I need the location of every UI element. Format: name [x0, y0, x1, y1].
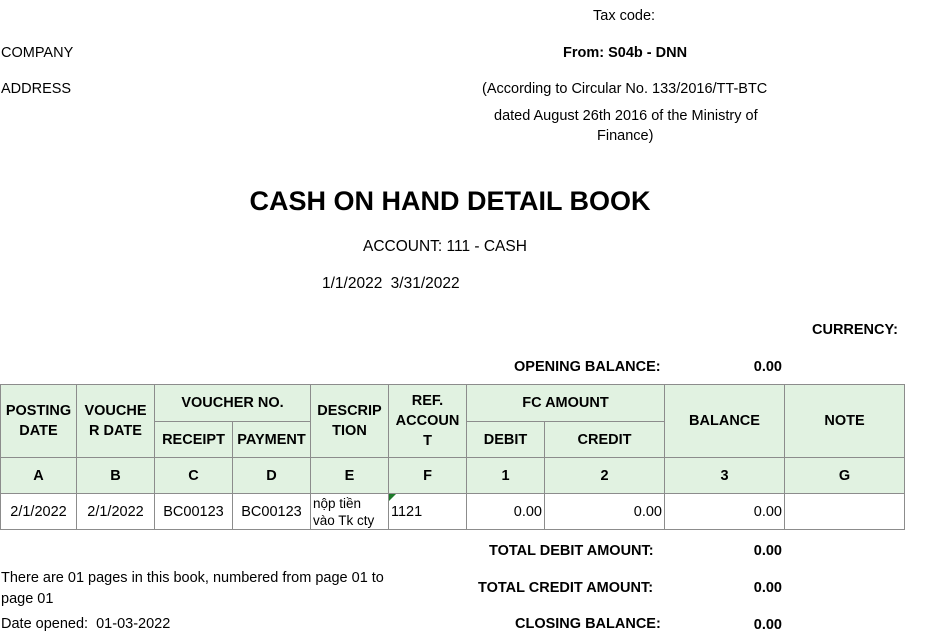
total-debit-value: 0.00	[753, 543, 782, 559]
col-payment: PAYMENT	[232, 421, 311, 458]
table-row[interactable]: 2/1/2022 2/1/2022 BC00123 BC00123 nộp ti…	[0, 493, 905, 530]
code-3: 3	[664, 457, 785, 494]
description-cell[interactable]: nộp tiền vào Tk cty	[310, 493, 389, 530]
col-posting-date: POSTING DATE	[0, 384, 77, 458]
column-code-row: A B C D E F 1 2 3 G	[0, 457, 905, 494]
payment-cell[interactable]: BC00123	[232, 493, 311, 530]
col-voucher-date: VOUCHE R DATE	[76, 384, 155, 458]
period-to: 3/31/2022	[390, 275, 460, 292]
col-note: NOTE	[784, 384, 905, 458]
col-balance: BALANCE	[664, 384, 785, 458]
posting-date-cell[interactable]: 2/1/2022	[0, 493, 77, 530]
col-receipt: RECEIPT	[154, 421, 233, 458]
code-1: 1	[466, 457, 545, 494]
receipt-cell[interactable]: BC00123	[154, 493, 233, 530]
balance-cell[interactable]: 0.00	[664, 493, 785, 530]
col-voucher-no: VOUCHER NO.	[154, 384, 311, 422]
circular-line-1: (According to Circular No. 133/2016/TT-B…	[482, 81, 768, 97]
company-label: COMPANY	[1, 45, 74, 61]
closing-balance-label: CLOSING BALANCE:	[515, 616, 661, 632]
ref-account-cell[interactable]: 1121	[388, 493, 467, 530]
code-e: E	[310, 457, 389, 494]
period-from: 1/1/2022	[322, 275, 383, 292]
tax-code-label: Tax code:	[593, 8, 656, 24]
circular-line-3: Finance)	[597, 128, 654, 144]
date-opened-label: Date opened:	[1, 616, 89, 632]
opening-balance-label: OPENING BALANCE:	[514, 359, 661, 375]
comment-marker-icon	[389, 494, 396, 501]
period-range: 1/1/2022 3/31/2022	[322, 275, 460, 293]
col-description: DESCRIP TION	[310, 384, 389, 458]
currency-label: CURRENCY:	[812, 322, 898, 338]
col-fc-amount: FC AMOUNT	[466, 384, 665, 422]
debit-cell[interactable]: 0.00	[466, 493, 545, 530]
date-opened-value: 01-03-2022	[96, 616, 171, 632]
code-c: C	[154, 457, 233, 494]
form-code: From: S04b - DNN	[563, 45, 688, 61]
total-credit-label: TOTAL CREDIT AMOUNT:	[478, 580, 654, 596]
code-f: F	[388, 457, 467, 494]
pages-note-line-2: page 01	[1, 591, 54, 607]
account-line: ACCOUNT: 111 - CASH	[363, 238, 527, 255]
col-debit: DEBIT	[466, 421, 545, 458]
ref-account-value: 1121	[391, 503, 423, 520]
closing-balance-value: 0.00	[753, 617, 782, 633]
note-cell[interactable]	[784, 493, 905, 530]
total-debit-label: TOTAL DEBIT AMOUNT:	[489, 543, 654, 559]
total-credit-value: 0.00	[753, 580, 782, 596]
circular-line-2: dated August 26th 2016 of the Ministry o…	[494, 108, 758, 124]
date-opened: Date opened: 01-03-2022	[1, 616, 170, 632]
col-credit: CREDIT	[544, 421, 665, 458]
code-2: 2	[544, 457, 665, 494]
credit-cell[interactable]: 0.00	[544, 493, 665, 530]
code-d: D	[232, 457, 311, 494]
pages-note-line-1: There are 01 pages in this book, numbere…	[1, 570, 384, 586]
opening-balance-value: 0.00	[753, 359, 782, 375]
code-b: B	[76, 457, 155, 494]
code-a: A	[0, 457, 77, 494]
page-title: CASH ON HAND DETAIL BOOK	[249, 186, 651, 216]
voucher-date-cell[interactable]: 2/1/2022	[76, 493, 155, 530]
col-ref-account: REF. ACCOUN T	[388, 384, 467, 458]
ledger-table: POSTING DATE VOUCHE R DATE VOUCHER NO. D…	[0, 384, 905, 530]
address-label: ADDRESS	[1, 81, 72, 97]
code-g: G	[784, 457, 905, 494]
